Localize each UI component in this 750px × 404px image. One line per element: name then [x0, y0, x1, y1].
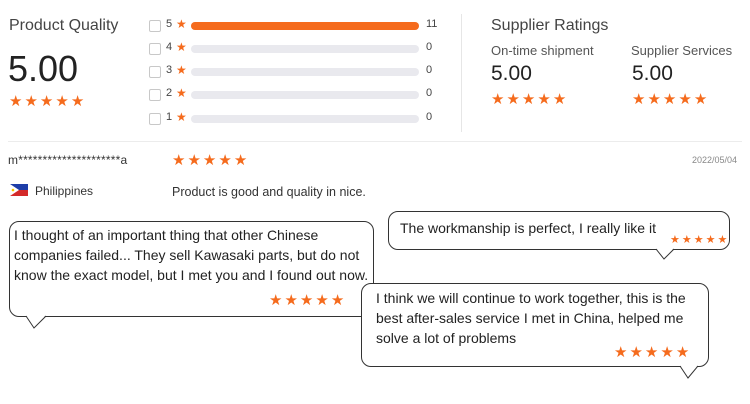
star-icon: ★ [172, 152, 186, 169]
star-icon: ★ [675, 344, 690, 361]
bubble-stars: ★ ★ ★ ★ ★ [614, 345, 689, 360]
on-time-shipment-score: 5.00 [491, 62, 532, 85]
star-icon: ★ [693, 234, 704, 246]
on-time-shipment-label: On-time shipment [491, 43, 594, 58]
star-icon: ★ [693, 91, 708, 108]
star-icon: ★ [537, 91, 551, 108]
star-icon: ★ [269, 292, 283, 309]
star-icon: ★ [39, 93, 54, 110]
checkbox[interactable] [149, 66, 161, 78]
review-text: Product is good and quality in nice. [172, 185, 366, 199]
rating-count: 0 [426, 87, 433, 99]
review-stars: ★ ★ ★ ★ ★ [172, 153, 247, 168]
star-icon: ★ [552, 91, 567, 108]
checkbox[interactable] [149, 20, 161, 32]
star-icon: ★ [491, 91, 505, 108]
product-quality-stars: ★ ★ ★ ★ ★ [9, 94, 84, 109]
speech-bubble-comment-1: I thought of an important thing that oth… [9, 221, 374, 317]
star-icon: ★ [644, 344, 659, 361]
rating-bar-fill [191, 22, 419, 30]
star-icon: ★ [233, 152, 248, 169]
star-icon: ★ [660, 344, 674, 361]
star-icon: ★ [670, 234, 680, 246]
star-icon: ★ [284, 292, 298, 309]
rating-filter-5[interactable]: 5 ★ 11 [149, 17, 439, 35]
star-icon: ★ [330, 292, 345, 309]
rating-filter-2[interactable]: 2 ★ 0 [149, 86, 439, 104]
bubble-tail [26, 315, 46, 329]
star-icon: ★ [176, 17, 187, 31]
reviewer-name: m*********************a [8, 153, 128, 167]
star-icon: ★ [632, 91, 646, 108]
star-icon: ★ [299, 292, 314, 309]
rating-count: 0 [426, 111, 433, 123]
rating-level: 4 [166, 41, 173, 53]
supplier-services-label: Supplier Services [631, 43, 733, 58]
star-icon: ★ [176, 86, 187, 100]
bubble-stars: ★ ★ ★ ★ ★ [670, 235, 727, 246]
star-icon: ★ [218, 152, 232, 169]
star-icon: ★ [176, 40, 187, 54]
rating-level: 1 [166, 111, 173, 123]
star-icon: ★ [647, 91, 661, 108]
star-icon: ★ [202, 152, 217, 169]
star-icon: ★ [315, 292, 329, 309]
section-divider [8, 141, 742, 142]
speech-bubble-comment-2: The workmanship is perfect, I really lik… [388, 211, 730, 250]
star-icon: ★ [717, 234, 728, 246]
star-icon: ★ [70, 93, 85, 110]
product-quality-title: Product Quality [9, 17, 119, 34]
star-icon: ★ [9, 93, 23, 110]
bubble-tail [656, 248, 674, 260]
checkbox[interactable] [149, 113, 161, 125]
star-icon: ★ [176, 63, 187, 77]
review-date: 2022/05/04 [692, 155, 738, 165]
on-time-shipment-stars: ★ ★ ★ ★ ★ [491, 92, 566, 107]
product-quality-score: 5.00 [8, 48, 79, 89]
bubble-text: I think we will continue to work togethe… [376, 290, 686, 346]
supplier-services-score: 5.00 [632, 62, 673, 85]
rating-filter-3[interactable]: 3 ★ 0 [149, 63, 439, 81]
rating-bar [191, 115, 419, 123]
rating-bar [191, 91, 419, 99]
star-icon: ★ [705, 234, 716, 246]
supplier-ratings-title: Supplier Ratings [491, 17, 609, 34]
supplier-services-stars: ★ ★ ★ ★ ★ [632, 92, 707, 107]
divider [461, 14, 462, 132]
star-icon: ★ [506, 91, 520, 108]
checkbox[interactable] [149, 43, 161, 55]
star-icon: ★ [681, 234, 692, 246]
reviewer-country: Philippines [35, 184, 94, 198]
speech-bubble-comment-3: I think we will continue to work togethe… [361, 283, 709, 367]
star-icon: ★ [662, 91, 677, 108]
star-icon: ★ [176, 110, 187, 124]
rating-bar [191, 45, 419, 53]
star-icon: ★ [678, 91, 692, 108]
bubble-tail [680, 365, 698, 379]
star-icon: ★ [614, 344, 628, 361]
rating-level: 5 [166, 18, 173, 30]
star-icon: ★ [24, 93, 38, 110]
star-icon: ★ [187, 152, 201, 169]
rating-count: 0 [426, 41, 433, 53]
rating-bar [191, 22, 419, 30]
rating-count: 0 [426, 64, 433, 76]
rating-filter-1[interactable]: 1 ★ 0 [149, 110, 439, 128]
star-icon: ★ [55, 93, 69, 110]
rating-bar [191, 68, 419, 76]
rating-level: 2 [166, 87, 173, 99]
bubble-stars: ★ ★ ★ ★ ★ [269, 293, 344, 308]
checkbox[interactable] [149, 89, 161, 101]
rating-count: 11 [426, 18, 438, 30]
star-icon: ★ [521, 91, 536, 108]
rating-level: 3 [166, 64, 173, 76]
star-icon: ★ [629, 344, 643, 361]
rating-filter-4[interactable]: 4 ★ 0 [149, 40, 439, 58]
bubble-text: I thought of an important thing that oth… [14, 227, 369, 283]
philippines-flag-icon [10, 184, 28, 196]
